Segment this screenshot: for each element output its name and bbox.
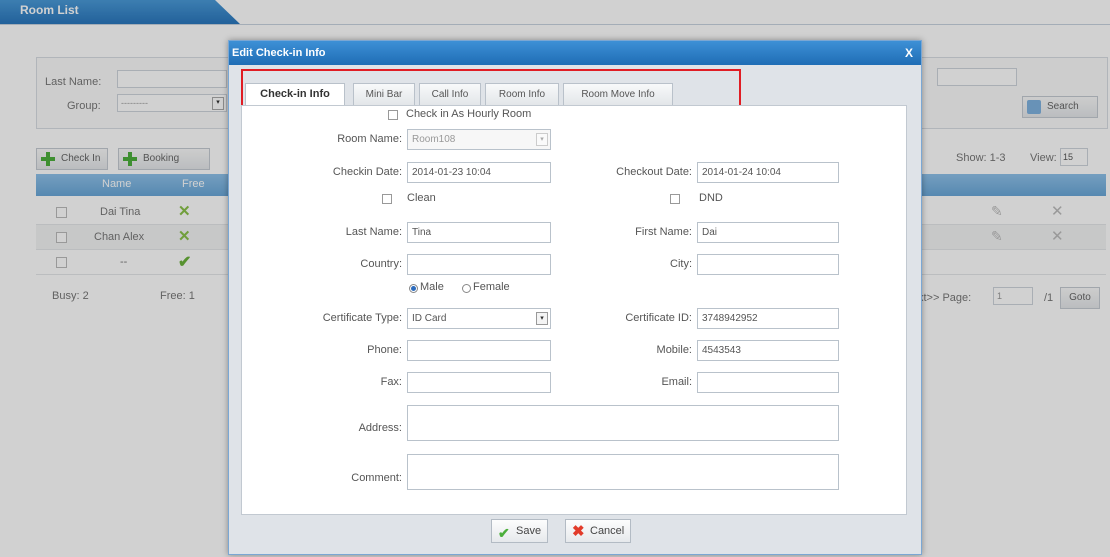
city-label: City: [670,258,692,270]
dnd-checkbox[interactable] [670,194,680,204]
hourly-room-checkbox[interactable] [388,110,398,120]
certificate-id-label: Certificate ID: [625,312,692,324]
comment-label: Comment: [351,472,402,484]
certificate-type-label: Certificate Type: [322,312,402,324]
email-input[interactable] [697,372,839,393]
fax-label: Fax: [380,376,402,388]
address-label: Address: [358,422,402,434]
certificate-type-select[interactable]: ID Card ▾ [407,308,551,329]
phone-input[interactable] [407,340,551,361]
male-radio[interactable] [409,284,418,293]
room-name-select[interactable]: Room108 ▾ [407,129,551,150]
room-name-label: Room Name: [337,133,402,145]
city-input[interactable] [697,254,839,275]
female-label: Female [473,281,510,293]
last-name-label: Last Name: [345,226,402,238]
phone-label: Phone: [367,344,402,356]
checkin-date-label: Checkin Date: [332,166,402,178]
close-icon[interactable]: X [905,41,913,65]
chevron-down-icon: ▾ [536,133,548,146]
cancel-button[interactable]: ✖ Cancel [565,519,632,543]
mobile-input[interactable]: 4543543 [697,340,839,361]
edit-checkin-dialog: Edit Check-in Info X Check-in Info Mini … [228,40,922,555]
country-label: Country: [360,258,402,270]
first-name-label: First Name: [635,226,692,238]
fax-input[interactable] [407,372,551,393]
dialog-title: Edit Check-in Info [229,41,921,65]
checkin-date-input[interactable]: 2014-01-23 10:04 [407,162,551,183]
male-label: Male [420,281,444,293]
hourly-room-label: Check in As Hourly Room [406,108,532,120]
chevron-down-icon: ▾ [536,312,548,325]
female-radio[interactable] [462,284,471,293]
checkmark-icon: ✔ [498,525,510,541]
first-name-input[interactable]: Dai [697,222,839,243]
checkout-date-input[interactable]: 2014-01-24 10:04 [697,162,839,183]
mobile-label: Mobile: [656,344,692,356]
checkout-date-label: Checkout Date: [616,166,692,178]
checkin-form: Check in As Hourly Room Room Name: Room1… [241,105,907,515]
comment-textarea[interactable] [407,454,839,490]
email-label: Email: [661,376,692,388]
last-name-input[interactable]: Tina [407,222,551,243]
dnd-label: DND [699,192,723,204]
clean-checkbox[interactable] [382,194,392,204]
clean-label: Clean [407,192,436,204]
cross-icon: ✖ [572,523,585,540]
save-button[interactable]: ✔ Save [491,519,549,543]
country-input[interactable] [407,254,551,275]
certificate-id-input[interactable]: 3748942952 [697,308,839,329]
address-textarea[interactable] [407,405,839,441]
